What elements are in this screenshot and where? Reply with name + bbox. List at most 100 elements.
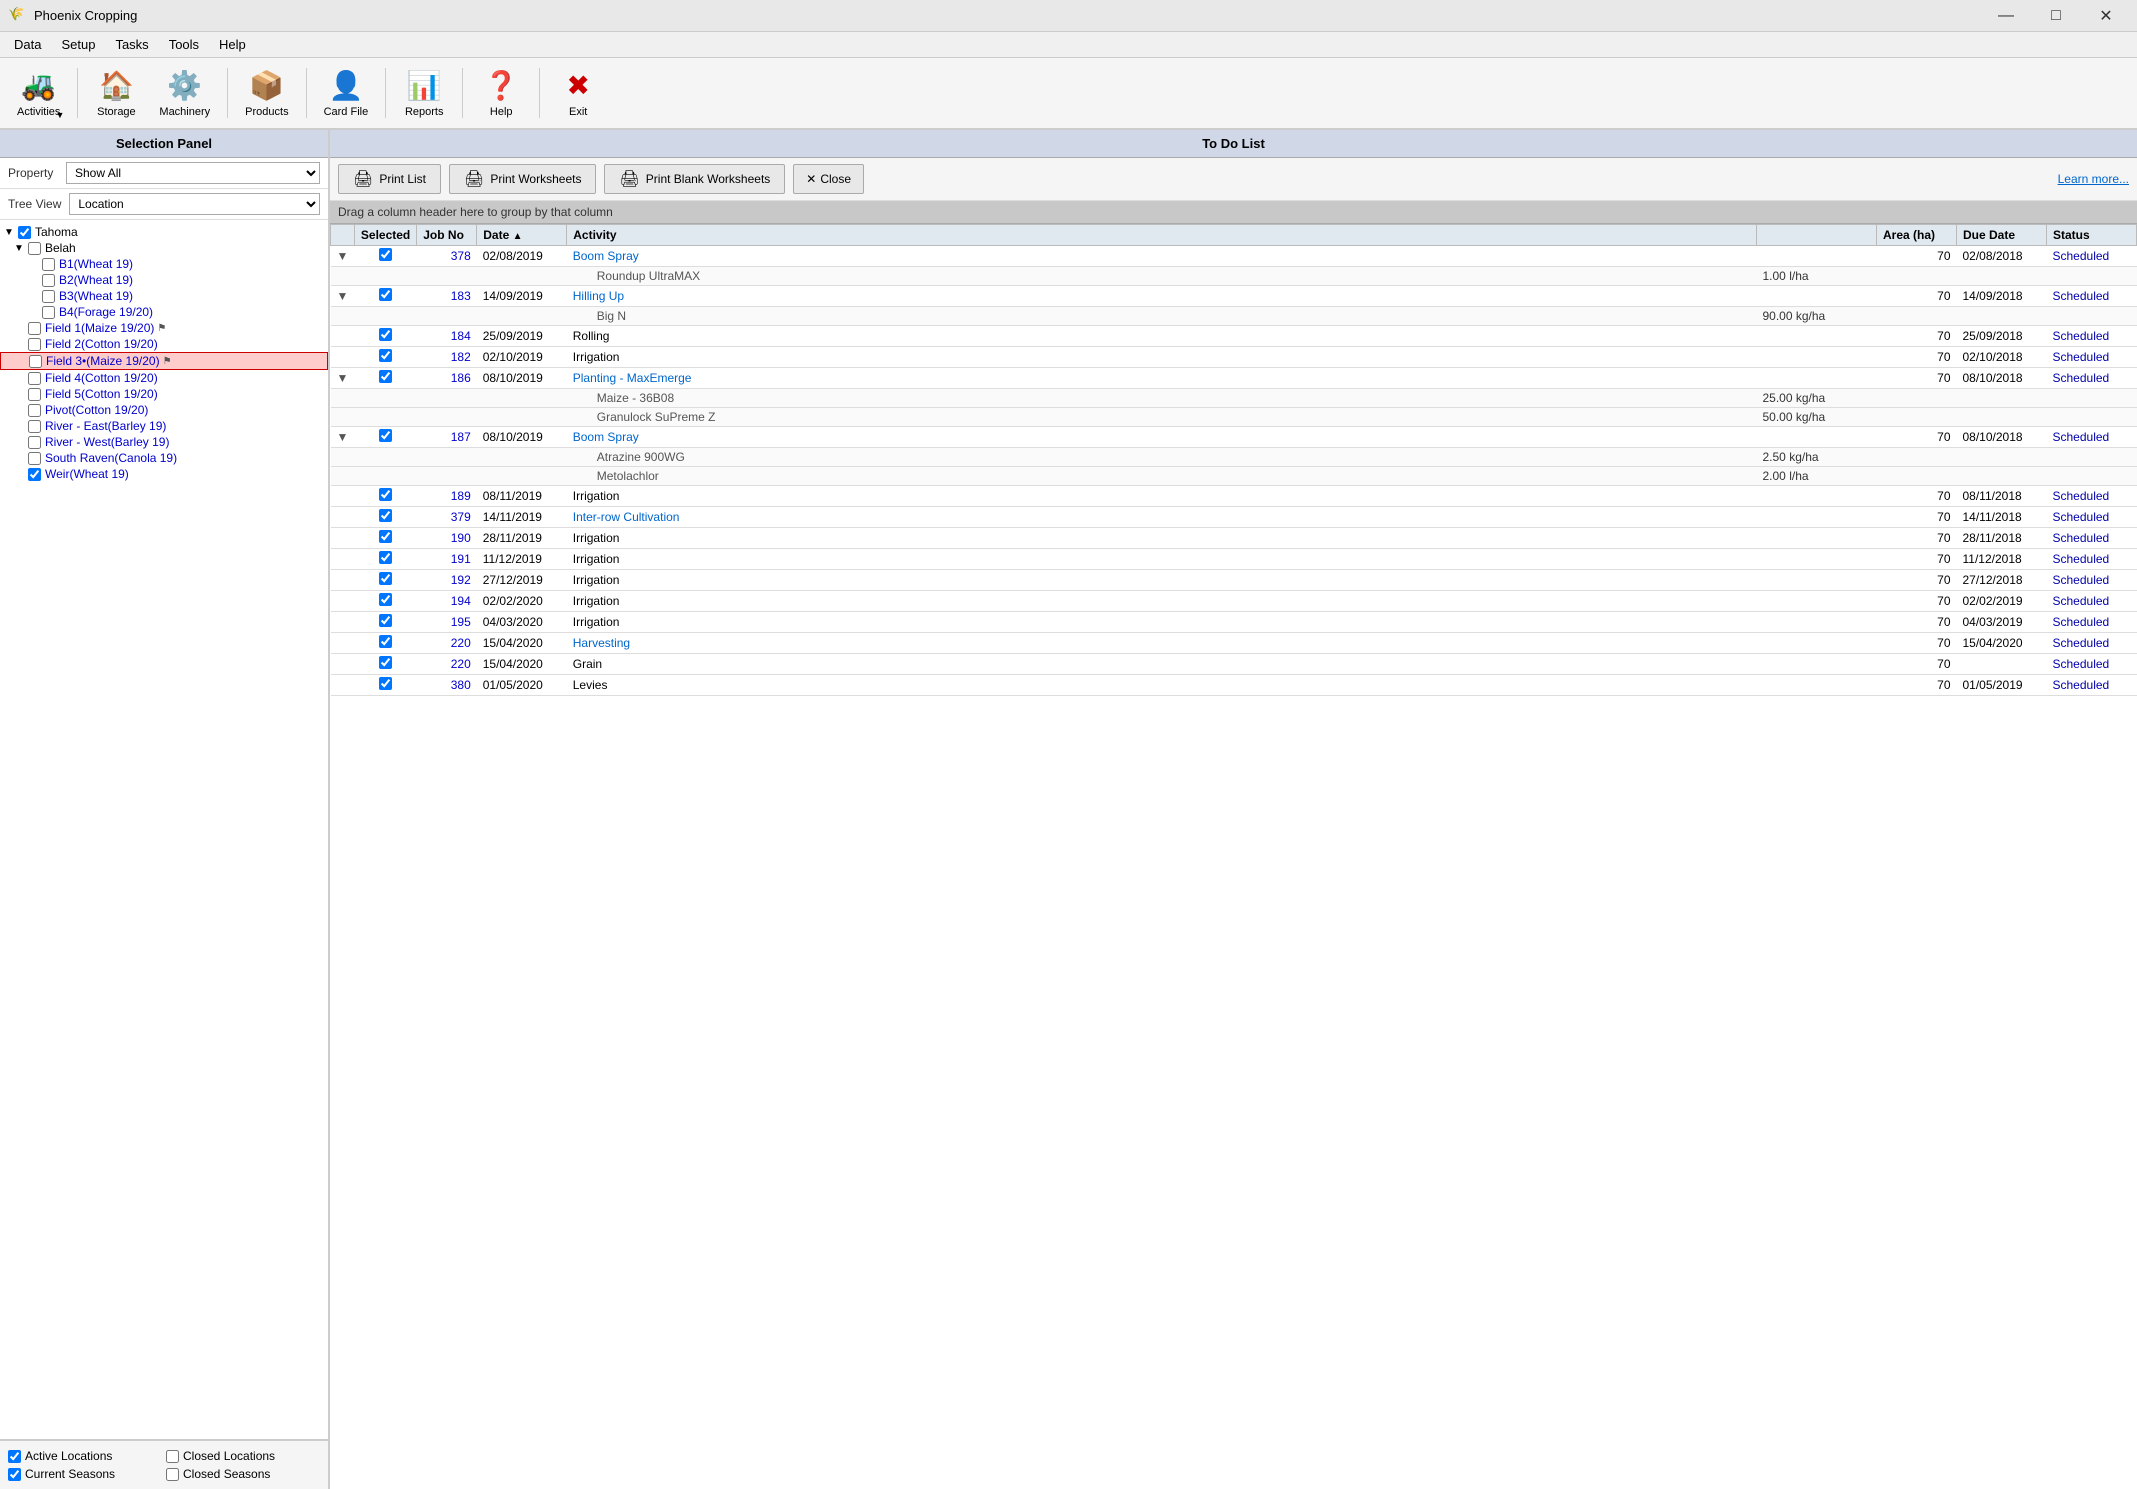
tree-item-river-east[interactable]: River - East(Barley 19) — [0, 418, 328, 434]
row-expander[interactable]: ▼ — [331, 427, 355, 448]
tree-toggle-tahoma[interactable]: ▼ — [4, 227, 18, 238]
print-list-button[interactable]: 🖨 Print List — [338, 164, 441, 194]
th-selected[interactable]: Selected — [354, 225, 416, 246]
cb-current-seasons[interactable] — [8, 1468, 21, 1481]
row-selected-cell[interactable] — [354, 368, 416, 389]
row-checkbox[interactable] — [379, 349, 392, 362]
close-button[interactable]: ✕ — [2083, 0, 2129, 32]
row-checkbox[interactable] — [379, 288, 392, 301]
tree-check-b4forage[interactable] — [42, 306, 55, 319]
tree-item-weir[interactable]: Weir(Wheat 19) — [0, 466, 328, 482]
row-selected-cell[interactable] — [354, 654, 416, 675]
toolbar-cardfile[interactable]: 👤 Card File — [315, 61, 378, 125]
row-expander[interactable]: ▼ — [331, 368, 355, 389]
row-expander[interactable]: ▼ — [331, 246, 355, 267]
tree-item-b3wheat[interactable]: B3(Wheat 19) — [0, 288, 328, 304]
th-product[interactable] — [1757, 225, 1877, 246]
tree-item-field2[interactable]: Field 2(Cotton 19/20) — [0, 336, 328, 352]
row-checkbox[interactable] — [379, 677, 392, 690]
tree-check-field4[interactable] — [28, 372, 41, 385]
row-checkbox[interactable] — [379, 429, 392, 442]
table-row[interactable]: ▼18608/10/2019Planting - MaxEmerge7008/1… — [331, 368, 2137, 389]
treeview-select[interactable]: Location — [69, 193, 320, 215]
property-select[interactable]: Show All — [66, 162, 320, 184]
row-checkbox[interactable] — [379, 488, 392, 501]
row-checkbox[interactable] — [379, 614, 392, 627]
tree-check-south-raven[interactable] — [28, 452, 41, 465]
row-activity[interactable]: Hilling Up — [567, 286, 1757, 307]
tree-check-weir[interactable] — [28, 468, 41, 481]
table-row[interactable]: 22015/04/2020Harvesting7015/04/2020Sched… — [331, 633, 2137, 654]
table-row[interactable]: 18202/10/2019Irrigation7002/10/2018Sched… — [331, 347, 2137, 368]
tree-item-b2wheat[interactable]: B2(Wheat 19) — [0, 272, 328, 288]
row-checkbox[interactable] — [379, 370, 392, 383]
row-activity[interactable]: Planting - MaxEmerge — [567, 368, 1757, 389]
menu-help[interactable]: Help — [209, 35, 256, 54]
todo-table-wrapper[interactable]: Selected Job No Date ▲ Activity Area (ha… — [330, 224, 2137, 1489]
table-row[interactable]: ▼18708/10/2019Boom Spray7008/10/2018Sche… — [331, 427, 2137, 448]
row-selected-cell[interactable] — [354, 633, 416, 654]
row-checkbox[interactable] — [379, 656, 392, 669]
tree-item-field4[interactable]: Field 4(Cotton 19/20) — [0, 370, 328, 386]
row-checkbox[interactable] — [379, 635, 392, 648]
cb-closed-seasons[interactable] — [166, 1468, 179, 1481]
menu-setup[interactable]: Setup — [51, 35, 105, 54]
tree-item-tahoma[interactable]: ▼ Tahoma — [0, 224, 328, 240]
close-button[interactable]: ✕ Close — [793, 164, 864, 194]
row-selected-cell[interactable] — [354, 528, 416, 549]
table-row[interactable]: 19402/02/2020Irrigation7002/02/2019Sched… — [331, 591, 2137, 612]
toolbar-reports[interactable]: 📊 Reports — [394, 61, 454, 125]
toolbar-exit[interactable]: ✖ Exit — [548, 61, 608, 125]
th-date[interactable]: Date ▲ — [477, 225, 567, 246]
tree-check-river-east[interactable] — [28, 420, 41, 433]
tree-check-field1[interactable] — [28, 322, 41, 335]
table-row[interactable]: 19227/12/2019Irrigation7027/12/2018Sched… — [331, 570, 2137, 591]
tree-item-field1[interactable]: Field 1(Maize 19/20) ⚑ — [0, 320, 328, 336]
tree-check-field5[interactable] — [28, 388, 41, 401]
table-row[interactable]: 38001/05/2020Levies7001/05/2019Scheduled — [331, 675, 2137, 696]
table-row[interactable]: 18908/11/2019Irrigation7008/11/2018Sched… — [331, 486, 2137, 507]
print-blank-button[interactable]: 🖨 Print Blank Worksheets — [604, 164, 785, 194]
tree-item-river-west[interactable]: River - West(Barley 19) — [0, 434, 328, 450]
tree-item-pivot[interactable]: Pivot(Cotton 19/20) — [0, 402, 328, 418]
row-selected-cell[interactable] — [354, 246, 416, 267]
table-row[interactable]: 19504/03/2020Irrigation7004/03/2019Sched… — [331, 612, 2137, 633]
tree-check-field2[interactable] — [28, 338, 41, 351]
row-selected-cell[interactable] — [354, 591, 416, 612]
tree-check-tahoma[interactable] — [18, 226, 31, 239]
tree-item-field5[interactable]: Field 5(Cotton 19/20) — [0, 386, 328, 402]
table-row[interactable]: 22015/04/2020Grain70Scheduled — [331, 654, 2137, 675]
table-row[interactable]: 37914/11/2019Inter-row Cultivation7014/1… — [331, 507, 2137, 528]
tree-check-field3[interactable] — [29, 355, 42, 368]
table-row[interactable]: ▼37802/08/2019Boom Spray7002/08/2018Sche… — [331, 246, 2137, 267]
minimize-button[interactable]: — — [1983, 0, 2029, 32]
toolbar-machinery[interactable]: ⚙️ Machinery — [150, 61, 219, 125]
learn-more-link[interactable]: Learn more... — [2058, 172, 2129, 186]
row-checkbox[interactable] — [379, 551, 392, 564]
row-activity[interactable]: Boom Spray — [567, 427, 1757, 448]
row-checkbox[interactable] — [379, 509, 392, 522]
tree-check-b3wheat[interactable] — [42, 290, 55, 303]
toolbar-products[interactable]: 📦 Products — [236, 61, 297, 125]
row-selected-cell[interactable] — [354, 326, 416, 347]
menu-data[interactable]: Data — [4, 35, 51, 54]
th-duedate[interactable]: Due Date — [1957, 225, 2047, 246]
tree-check-river-west[interactable] — [28, 436, 41, 449]
row-checkbox[interactable] — [379, 530, 392, 543]
row-checkbox[interactable] — [379, 248, 392, 261]
row-checkbox[interactable] — [379, 572, 392, 585]
th-area[interactable]: Area (ha) — [1877, 225, 1957, 246]
row-checkbox[interactable] — [379, 328, 392, 341]
tree-item-b4forage[interactable]: B4(Forage 19/20) — [0, 304, 328, 320]
tree-item-south-raven[interactable]: South Raven(Canola 19) — [0, 450, 328, 466]
row-activity[interactable]: Harvesting — [567, 633, 1757, 654]
table-row[interactable]: 19111/12/2019Irrigation7011/12/2018Sched… — [331, 549, 2137, 570]
row-selected-cell[interactable] — [354, 427, 416, 448]
tree-toggle-belah[interactable]: ▼ — [14, 243, 28, 254]
row-activity[interactable]: Inter-row Cultivation — [567, 507, 1757, 528]
th-activity[interactable]: Activity — [567, 225, 1757, 246]
table-row[interactable]: ▼18314/09/2019Hilling Up7014/09/2018Sche… — [331, 286, 2137, 307]
cb-active-locations[interactable] — [8, 1450, 21, 1463]
row-selected-cell[interactable] — [354, 507, 416, 528]
table-row[interactable]: 19028/11/2019Irrigation7028/11/2018Sched… — [331, 528, 2137, 549]
